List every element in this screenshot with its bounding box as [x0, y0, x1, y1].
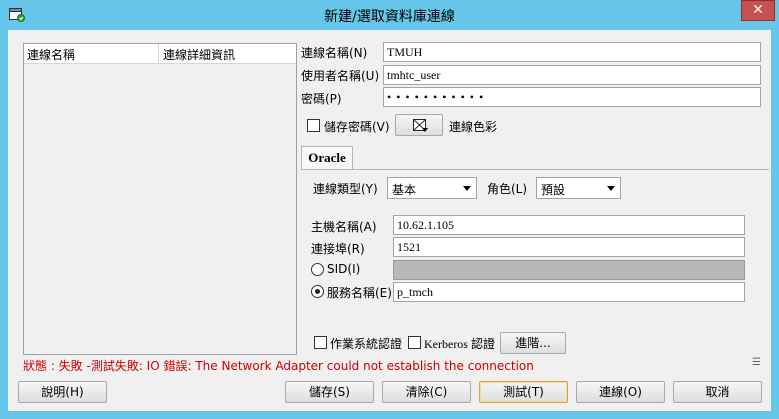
chevron-down-icon — [422, 128, 428, 132]
chevron-down-icon — [463, 186, 471, 191]
column-divider[interactable] — [158, 44, 159, 64]
connection-list[interactable]: 連線名稱 連線詳細資訊 — [23, 43, 297, 355]
advanced-button[interactable]: 進階... — [500, 332, 566, 354]
connection-color-label: 連線色彩 — [449, 120, 498, 134]
resize-grip-icon[interactable]: ☰ — [752, 357, 761, 368]
sid-label: SID(I) — [327, 262, 361, 276]
column-header-name[interactable]: 連線名稱 — [27, 46, 75, 63]
test-button[interactable]: 測試(T) — [479, 381, 568, 403]
connect-button[interactable]: 連線(O) — [576, 381, 665, 403]
column-header-details[interactable]: 連線詳細資訊 — [163, 46, 235, 63]
chevron-down-icon — [607, 186, 615, 191]
role-value: 預設 — [541, 183, 566, 197]
role-select[interactable]: 預設 — [536, 177, 621, 199]
connection-type-value: 基本 — [392, 183, 417, 197]
status-message: 狀態 : 失敗 -測試失敗: IO 錯誤: The Network Adapte… — [23, 359, 534, 373]
title-bar[interactable]: 新建/選取資料庫連線 ✕ — [0, 0, 779, 30]
password-label: 密碼(P) — [301, 92, 342, 106]
os-auth-label: 作業系統認證 — [330, 337, 403, 351]
service-name-radio[interactable] — [311, 285, 324, 298]
dialog-body: 連線名稱 連線詳細資訊 連線名稱(N) TMUH 使用者名稱(U) tmhtc_… — [8, 30, 771, 411]
port-field[interactable]: 1521 — [393, 237, 745, 257]
username-field[interactable]: tmhtc_user — [383, 65, 761, 85]
help-button[interactable]: 說明(H) — [18, 381, 107, 403]
port-label: 連接埠(R) — [311, 242, 365, 256]
save-button[interactable]: 儲存(S) — [285, 381, 374, 403]
connection-type-select[interactable]: 基本 — [387, 177, 477, 199]
sid-field — [393, 260, 745, 280]
close-icon: ✕ — [752, 2, 764, 18]
close-button[interactable]: ✕ — [741, 0, 775, 21]
tab-oracle[interactable]: Oracle — [301, 146, 353, 170]
connection-name-label: 連線名稱(N) — [301, 46, 368, 60]
role-label: 角色(L) — [487, 182, 528, 196]
connection-list-header: 連線名稱 連線詳細資訊 — [24, 44, 296, 64]
os-auth-checkbox[interactable] — [314, 336, 327, 349]
username-label: 使用者名稱(U) — [301, 69, 380, 83]
kerberos-label: Kerberos 認證 — [424, 337, 495, 351]
dialog-window: 新建/選取資料庫連線 ✕ 連線名稱 連線詳細資訊 連線名稱(N) TMUH 使用… — [0, 0, 779, 419]
hostname-label: 主機名稱(A) — [311, 220, 377, 234]
service-name-label: 服務名稱(E) — [327, 286, 392, 300]
connection-color-button[interactable] — [395, 114, 443, 136]
sid-radio[interactable] — [311, 263, 324, 276]
password-field[interactable]: • • • • • • • • • • • — [383, 87, 761, 107]
connection-name-field[interactable]: TMUH — [383, 42, 761, 62]
clear-button[interactable]: 清除(C) — [382, 381, 471, 403]
save-password-label: 儲存密碼(V) — [324, 120, 390, 134]
kerberos-checkbox[interactable] — [408, 336, 421, 349]
hostname-field[interactable]: 10.62.1.105 — [393, 215, 745, 235]
cancel-button[interactable]: 取消 — [673, 381, 762, 403]
window-title: 新建/選取資料庫連線 — [324, 9, 455, 25]
save-password-checkbox[interactable] — [307, 119, 320, 132]
connection-type-label: 連線類型(Y) — [313, 182, 378, 196]
service-name-field[interactable]: p_tmch — [393, 282, 745, 302]
